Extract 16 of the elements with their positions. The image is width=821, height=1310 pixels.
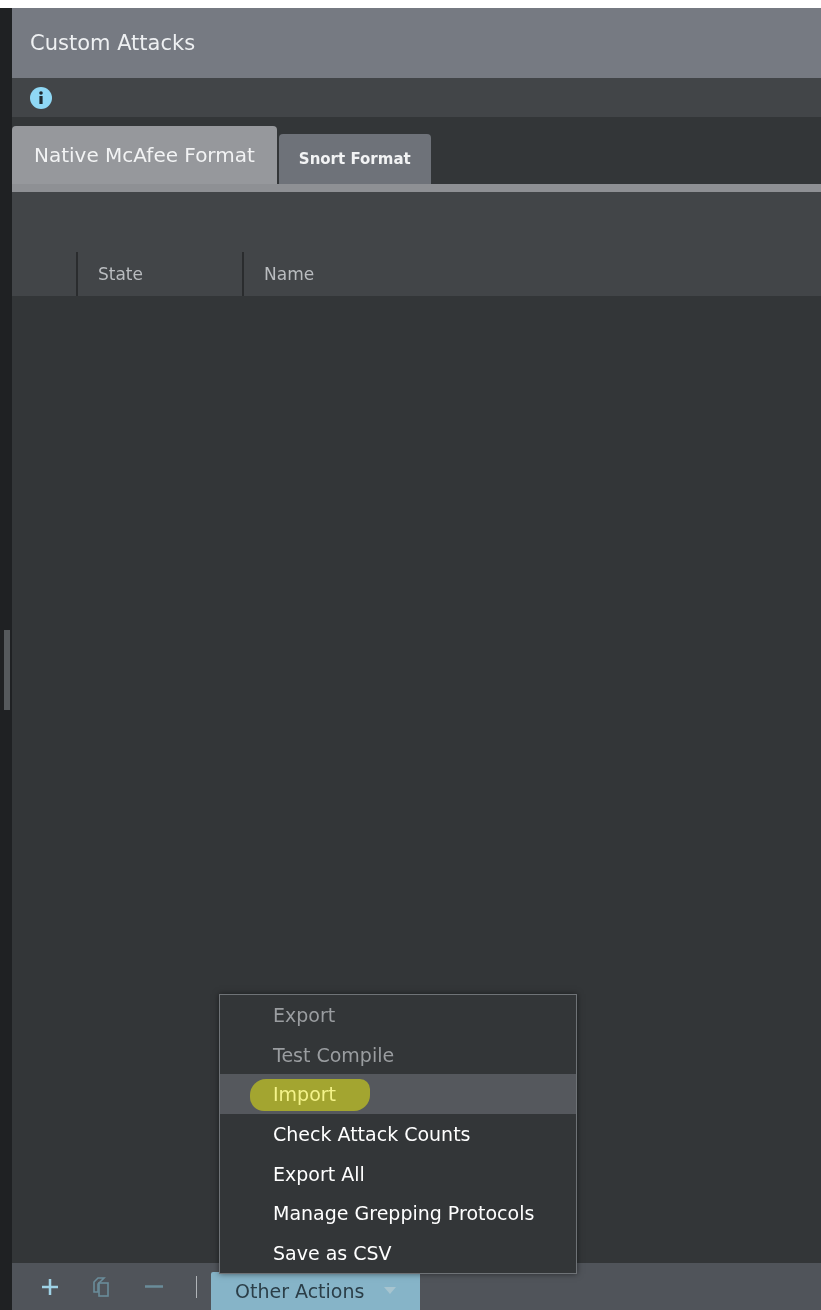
column-header[interactable]: State [78,252,244,296]
menu-item[interactable]: Check Attack Counts [220,1114,576,1154]
column-header[interactable]: Name [244,252,821,296]
panel-title: Custom Attacks [30,31,196,55]
splitter-handle[interactable] [4,630,10,710]
other-actions-button[interactable]: Other Actions [211,1272,421,1310]
copy-icon [92,1275,112,1298]
info-icon[interactable] [30,86,52,109]
caret-icon [384,1287,397,1295]
menu-item[interactable]: Manage Grepping Protocols [220,1193,576,1234]
menu-item[interactable]: Save as CSV [220,1233,576,1273]
menu-item[interactable]: Export All [220,1153,576,1194]
minus-icon [144,1285,164,1288]
tab[interactable]: Native McAfee Format [12,126,277,184]
tab[interactable]: Snort Format [278,134,431,184]
plus-icon [40,1276,60,1297]
